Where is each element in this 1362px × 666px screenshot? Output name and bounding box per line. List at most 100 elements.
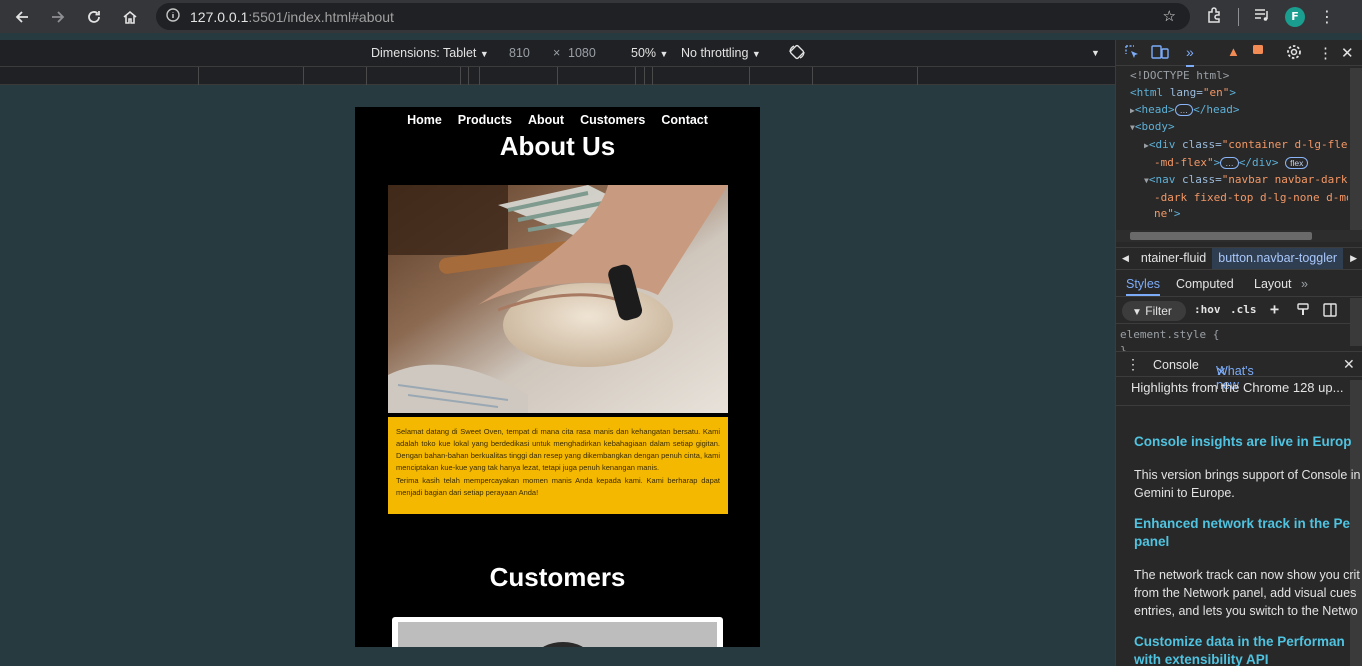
menu-icon[interactable]: ⋮ (1319, 7, 1335, 26)
toolbar-actions: F ⋮ (1206, 0, 1335, 33)
collapsed-ellipsis[interactable]: … (1174, 103, 1194, 116)
elements-horizontal-scrollbar[interactable] (1116, 230, 1362, 242)
bookmark-star-icon[interactable]: ☆ (1163, 7, 1176, 25)
filter-input[interactable]: ▼ Filter (1122, 301, 1186, 321)
whats-new-heading-2[interactable]: Enhanced network track in the Pe (1134, 515, 1354, 533)
dimensions-select[interactable]: Dimensions: Tablet ▼ (371, 46, 489, 60)
url-host: 127.0.0.1 (190, 8, 249, 25)
nav-tag-end: > (1173, 207, 1181, 221)
nav-link-contact[interactable]: Contact (661, 113, 708, 127)
tab-styles[interactable]: Styles (1126, 277, 1161, 296)
tab-computed[interactable]: Computed (1176, 277, 1234, 291)
ruler-tick (652, 67, 653, 85)
inspect-element-icon[interactable] (1124, 44, 1140, 63)
nav-link-products[interactable]: Products (458, 113, 512, 127)
throttling-select[interactable]: No throttling ▼ (681, 46, 761, 60)
head-tag: <head> (1134, 102, 1175, 116)
kebab-menu-icon[interactable]: ⋮ (1318, 44, 1333, 62)
browser-toolbar: 127.0.0.1:5501/index.html#about ☆ F ⋮ (0, 0, 1362, 33)
breadcrumb-scroll-right-icon[interactable]: ▶ (1344, 248, 1362, 269)
div-tag: <div (1148, 138, 1176, 152)
nav-link-customers[interactable]: Customers (580, 113, 645, 127)
profile-avatar[interactable]: F (1285, 6, 1305, 27)
whats-new-text-2a: The network track can now show you crit (1134, 568, 1360, 582)
media-icon[interactable] (1253, 7, 1271, 27)
back-icon[interactable] (4, 0, 40, 33)
tree-doctype[interactable]: <!DOCTYPE html> (1116, 68, 1348, 85)
whats-new-heading-1[interactable]: Console insights are live in Europ (1134, 433, 1354, 451)
whats-new-heading-2b[interactable]: panel (1134, 533, 1354, 551)
breadcrumb-scroll-left-icon[interactable]: ◀ (1116, 248, 1135, 269)
ruler-tick (644, 67, 645, 85)
styles-scrollbar[interactable] (1350, 298, 1362, 346)
dropdown-arrow-icon: ▼ (479, 49, 489, 59)
about-text-box: Selamat datang di Sweet Oven, tempat di … (388, 417, 728, 514)
html-tag-end: > (1229, 85, 1236, 99)
tab-console[interactable]: Console (1153, 358, 1199, 372)
divider (1238, 7, 1239, 26)
more-tabs-icon[interactable]: » (1301, 277, 1308, 291)
tree-body[interactable]: ▼<body> (1116, 119, 1348, 137)
tab-layout[interactable]: Layout (1254, 277, 1292, 291)
zoom-label: 50% (631, 46, 657, 60)
warning-icon[interactable]: ▲ (1227, 44, 1240, 59)
tree-nav-wrap[interactable]: -dark fixed-top d-lg-none d-mo (1116, 190, 1348, 207)
cls-toggle[interactable]: .cls (1230, 303, 1257, 316)
extensions-icon[interactable] (1206, 6, 1224, 28)
div-attr-value: "container d-lg-fle (1221, 138, 1348, 152)
whats-new-text-2c: entries, and lets you switch to the Netw… (1134, 604, 1358, 618)
more-tabs-icon[interactable]: » (1186, 44, 1194, 67)
device-toggle-icon[interactable] (1151, 44, 1169, 63)
home-icon[interactable] (112, 0, 148, 33)
ruler-tick (468, 67, 469, 85)
reload-icon[interactable] (76, 0, 112, 33)
tree-head[interactable]: ▶<head>… </head> (1116, 102, 1348, 120)
close-drawer-icon[interactable]: ✕ (1343, 356, 1355, 373)
tree-html[interactable]: <html lang="en"> (1116, 85, 1348, 102)
collapsed-ellipsis[interactable]: … (1220, 156, 1239, 169)
whats-new-heading-3b[interactable]: with extensibility API (1134, 651, 1354, 666)
breadcrumb-item-selected[interactable]: button.navbar-toggler (1212, 248, 1344, 269)
issues-icon[interactable] (1252, 44, 1264, 59)
about-paragraph-2: Terima kasih telah mempercayakan momen m… (396, 476, 720, 497)
height-input[interactable]: 1080 (568, 46, 596, 60)
ruler-tick (198, 67, 199, 85)
elements-scrollbar[interactable] (1350, 68, 1362, 230)
breadcrumb-item[interactable]: ntainer-fluid (1135, 248, 1212, 269)
settings-gear-icon[interactable] (1286, 44, 1302, 63)
ruler-tick (749, 67, 750, 85)
div-attr: class= (1175, 138, 1222, 152)
close-devtools-icon[interactable]: ✕ (1341, 44, 1354, 62)
html-attr: lang= (1163, 85, 1203, 99)
whats-new-heading-3[interactable]: Customize data in the Performan (1134, 633, 1354, 651)
drawer-menu-icon[interactable]: ⋮ (1126, 356, 1140, 373)
whats-new-subtitle: Highlights from the Chrome 128 up... (1131, 380, 1344, 395)
tree-div-container[interactable]: ▶<div class="container d-lg-fle (1116, 137, 1348, 155)
hov-toggle[interactable]: :hov (1194, 303, 1221, 316)
dropdown-arrow-icon: ▼ (659, 49, 669, 59)
emulated-page: Home Products About Customers Contact Ab… (355, 107, 760, 647)
add-rule-icon[interactable]: + (1270, 300, 1279, 318)
scrollbar-thumb[interactable] (1130, 232, 1312, 240)
tree-nav-wrap-2[interactable]: ne"> (1116, 206, 1348, 223)
paint-icon[interactable] (1296, 303, 1310, 320)
whats-new-text-1a: This version brings support of Console i… (1134, 468, 1361, 482)
nav-link-home[interactable]: Home (407, 113, 442, 127)
zoom-select[interactable]: 50% ▼ (631, 46, 668, 60)
nav-tag: <nav (1148, 172, 1176, 186)
html-attr-value: "en" (1202, 85, 1230, 99)
site-info-icon[interactable] (156, 8, 190, 25)
whats-new-text-2b: from the Network panel, add visual cues (1134, 586, 1357, 600)
address-bar[interactable]: 127.0.0.1:5501/index.html#about ☆ (156, 3, 1190, 30)
flex-badge[interactable]: flex (1285, 156, 1309, 169)
tree-nav[interactable]: ▼<nav class="navbar navbar-dark (1116, 172, 1348, 190)
close-tab-icon[interactable]: ✕ (1216, 364, 1226, 379)
rotate-icon[interactable] (788, 43, 806, 64)
tree-div-container-wrap[interactable]: -md-flex">… </div> flex (1116, 155, 1348, 172)
nav-link-about[interactable]: About (528, 113, 564, 127)
forward-icon[interactable] (40, 0, 76, 33)
width-input[interactable]: 810 (509, 46, 530, 60)
toggle-sidebar-icon[interactable] (1323, 303, 1337, 320)
url-text: 127.0.0.1:5501/index.html#about (190, 9, 394, 25)
more-options-icon[interactable]: ▼ (1091, 48, 1100, 58)
